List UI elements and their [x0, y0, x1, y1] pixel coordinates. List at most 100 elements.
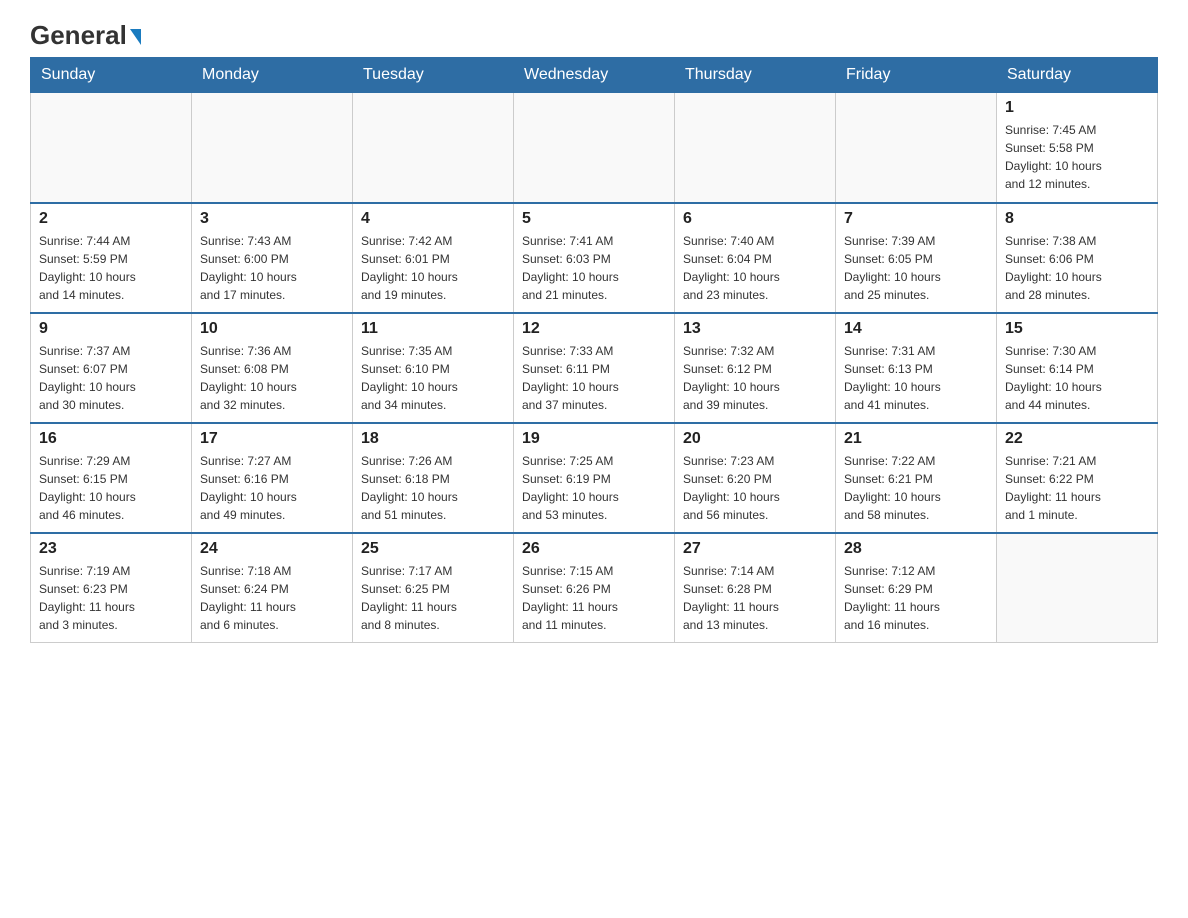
- day-info: Sunrise: 7:39 AMSunset: 6:05 PMDaylight:…: [844, 232, 988, 304]
- day-info: Sunrise: 7:45 AMSunset: 5:58 PMDaylight:…: [1005, 121, 1149, 193]
- day-info: Sunrise: 7:31 AMSunset: 6:13 PMDaylight:…: [844, 342, 988, 414]
- day-number: 6: [683, 210, 827, 228]
- day-info: Sunrise: 7:27 AMSunset: 6:16 PMDaylight:…: [200, 452, 344, 524]
- calendar-cell: 2 Sunrise: 7:44 AMSunset: 5:59 PMDaylight…: [31, 203, 192, 313]
- calendar-cell: 1Sunrise: 7:45 AMSunset: 5:58 PMDaylight…: [997, 93, 1158, 203]
- day-of-week-header: Saturday: [997, 58, 1158, 93]
- day-number: 20: [683, 430, 827, 448]
- day-number: 2: [39, 210, 183, 228]
- day-number: 13: [683, 320, 827, 338]
- calendar-cell: 11 Sunrise: 7:35 AMSunset: 6:10 PMDayligh…: [353, 313, 514, 423]
- day-of-week-header: Monday: [192, 58, 353, 93]
- day-info: Sunrise: 7:43 AMSunset: 6:00 PMDaylight:…: [200, 232, 344, 304]
- logo-triangle-icon: [130, 29, 141, 45]
- day-info: Sunrise: 7:41 AMSunset: 6:03 PMDaylight:…: [522, 232, 666, 304]
- calendar-cell: [997, 533, 1158, 643]
- calendar-cell: 23Sunrise: 7:19 AMSunset: 6:23 PMDayligh…: [31, 533, 192, 643]
- day-number: 18: [361, 430, 505, 448]
- day-info: Sunrise: 7:19 AMSunset: 6:23 PMDaylight:…: [39, 562, 183, 634]
- calendar-cell: [192, 93, 353, 203]
- calendar-cell: 5 Sunrise: 7:41 AMSunset: 6:03 PMDaylight…: [514, 203, 675, 313]
- calendar-cell: 9 Sunrise: 7:37 AMSunset: 6:07 PMDaylight…: [31, 313, 192, 423]
- day-number: 26: [522, 540, 666, 558]
- day-number: 4: [361, 210, 505, 228]
- day-number: 22: [1005, 430, 1149, 448]
- page-header: General: [30, 20, 1158, 47]
- day-number: 25: [361, 540, 505, 558]
- calendar-cell: 18 Sunrise: 7:26 AMSunset: 6:18 PMDayligh…: [353, 423, 514, 533]
- calendar-cell: 28 Sunrise: 7:12 AMSunset: 6:29 PMDayligh…: [836, 533, 997, 643]
- calendar-cell: 15Sunrise: 7:30 AMSunset: 6:14 PMDayligh…: [997, 313, 1158, 423]
- calendar-cell: 26 Sunrise: 7:15 AMSunset: 6:26 PMDayligh…: [514, 533, 675, 643]
- day-info: Sunrise: 7:26 AMSunset: 6:18 PMDaylight:…: [361, 452, 505, 524]
- day-info: Sunrise: 7:36 AMSunset: 6:08 PMDaylight:…: [200, 342, 344, 414]
- calendar-cell: [353, 93, 514, 203]
- day-info: Sunrise: 7:30 AMSunset: 6:14 PMDaylight:…: [1005, 342, 1149, 414]
- day-info: Sunrise: 7:33 AMSunset: 6:11 PMDaylight:…: [522, 342, 666, 414]
- day-number: 27: [683, 540, 827, 558]
- day-of-week-header: Thursday: [675, 58, 836, 93]
- day-of-week-header: Wednesday: [514, 58, 675, 93]
- day-number: 17: [200, 430, 344, 448]
- calendar-cell: 6 Sunrise: 7:40 AMSunset: 6:04 PMDaylight…: [675, 203, 836, 313]
- logo-general: General: [30, 20, 127, 51]
- calendar-cell: 3Sunrise: 7:43 AMSunset: 6:00 PMDaylight…: [192, 203, 353, 313]
- day-info: Sunrise: 7:18 AMSunset: 6:24 PMDaylight:…: [200, 562, 344, 634]
- day-number: 16: [39, 430, 183, 448]
- calendar-cell: [836, 93, 997, 203]
- calendar-cell: 12 Sunrise: 7:33 AMSunset: 6:11 PMDayligh…: [514, 313, 675, 423]
- calendar-week-row: 23Sunrise: 7:19 AMSunset: 6:23 PMDayligh…: [31, 533, 1158, 643]
- day-info: Sunrise: 7:38 AMSunset: 6:06 PMDaylight:…: [1005, 232, 1149, 304]
- day-info: Sunrise: 7:21 AMSunset: 6:22 PMDaylight:…: [1005, 452, 1149, 524]
- day-info: Sunrise: 7:32 AMSunset: 6:12 PMDaylight:…: [683, 342, 827, 414]
- day-number: 5: [522, 210, 666, 228]
- calendar-cell: [31, 93, 192, 203]
- day-number: 14: [844, 320, 988, 338]
- calendar-cell: [514, 93, 675, 203]
- day-info: Sunrise: 7:44 AMSunset: 5:59 PMDaylight:…: [39, 232, 183, 304]
- day-number: 28: [844, 540, 988, 558]
- day-info: Sunrise: 7:37 AMSunset: 6:07 PMDaylight:…: [39, 342, 183, 414]
- calendar-cell: 7 Sunrise: 7:39 AMSunset: 6:05 PMDaylight…: [836, 203, 997, 313]
- calendar-week-row: 9 Sunrise: 7:37 AMSunset: 6:07 PMDaylight…: [31, 313, 1158, 423]
- calendar-cell: [675, 93, 836, 203]
- day-of-week-header: Tuesday: [353, 58, 514, 93]
- calendar-cell: 22 Sunrise: 7:21 AMSunset: 6:22 PMDayligh…: [997, 423, 1158, 533]
- calendar-week-row: 16 Sunrise: 7:29 AMSunset: 6:15 PMDayligh…: [31, 423, 1158, 533]
- day-number: 21: [844, 430, 988, 448]
- day-number: 10: [200, 320, 344, 338]
- calendar-cell: 16 Sunrise: 7:29 AMSunset: 6:15 PMDayligh…: [31, 423, 192, 533]
- day-number: 11: [361, 320, 505, 338]
- calendar-cell: 24 Sunrise: 7:18 AMSunset: 6:24 PMDayligh…: [192, 533, 353, 643]
- day-number: 7: [844, 210, 988, 228]
- day-number: 12: [522, 320, 666, 338]
- calendar-cell: 4 Sunrise: 7:42 AMSunset: 6:01 PMDaylight…: [353, 203, 514, 313]
- calendar-cell: 19 Sunrise: 7:25 AMSunset: 6:19 PMDayligh…: [514, 423, 675, 533]
- calendar-cell: 21 Sunrise: 7:22 AMSunset: 6:21 PMDayligh…: [836, 423, 997, 533]
- day-info: Sunrise: 7:40 AMSunset: 6:04 PMDaylight:…: [683, 232, 827, 304]
- day-info: Sunrise: 7:25 AMSunset: 6:19 PMDaylight:…: [522, 452, 666, 524]
- day-info: Sunrise: 7:42 AMSunset: 6:01 PMDaylight:…: [361, 232, 505, 304]
- day-info: Sunrise: 7:23 AMSunset: 6:20 PMDaylight:…: [683, 452, 827, 524]
- day-info: Sunrise: 7:17 AMSunset: 6:25 PMDaylight:…: [361, 562, 505, 634]
- calendar-week-row: 1Sunrise: 7:45 AMSunset: 5:58 PMDaylight…: [31, 93, 1158, 203]
- calendar-cell: 20 Sunrise: 7:23 AMSunset: 6:20 PMDayligh…: [675, 423, 836, 533]
- calendar-table: SundayMondayTuesdayWednesdayThursdayFrid…: [30, 57, 1158, 643]
- day-info: Sunrise: 7:15 AMSunset: 6:26 PMDaylight:…: [522, 562, 666, 634]
- day-of-week-header: Sunday: [31, 58, 192, 93]
- logo: General: [30, 20, 141, 47]
- calendar-cell: 13 Sunrise: 7:32 AMSunset: 6:12 PMDayligh…: [675, 313, 836, 423]
- day-info: Sunrise: 7:12 AMSunset: 6:29 PMDaylight:…: [844, 562, 988, 634]
- calendar-cell: 27Sunrise: 7:14 AMSunset: 6:28 PMDayligh…: [675, 533, 836, 643]
- day-number: 24: [200, 540, 344, 558]
- day-info: Sunrise: 7:29 AMSunset: 6:15 PMDaylight:…: [39, 452, 183, 524]
- day-number: 9: [39, 320, 183, 338]
- day-number: 8: [1005, 210, 1149, 228]
- calendar-week-row: 2 Sunrise: 7:44 AMSunset: 5:59 PMDaylight…: [31, 203, 1158, 313]
- day-number: 19: [522, 430, 666, 448]
- calendar-cell: 25 Sunrise: 7:17 AMSunset: 6:25 PMDayligh…: [353, 533, 514, 643]
- calendar-cell: 10 Sunrise: 7:36 AMSunset: 6:08 PMDayligh…: [192, 313, 353, 423]
- day-info: Sunrise: 7:22 AMSunset: 6:21 PMDaylight:…: [844, 452, 988, 524]
- day-info: Sunrise: 7:35 AMSunset: 6:10 PMDaylight:…: [361, 342, 505, 414]
- calendar-header-row: SundayMondayTuesdayWednesdayThursdayFrid…: [31, 58, 1158, 93]
